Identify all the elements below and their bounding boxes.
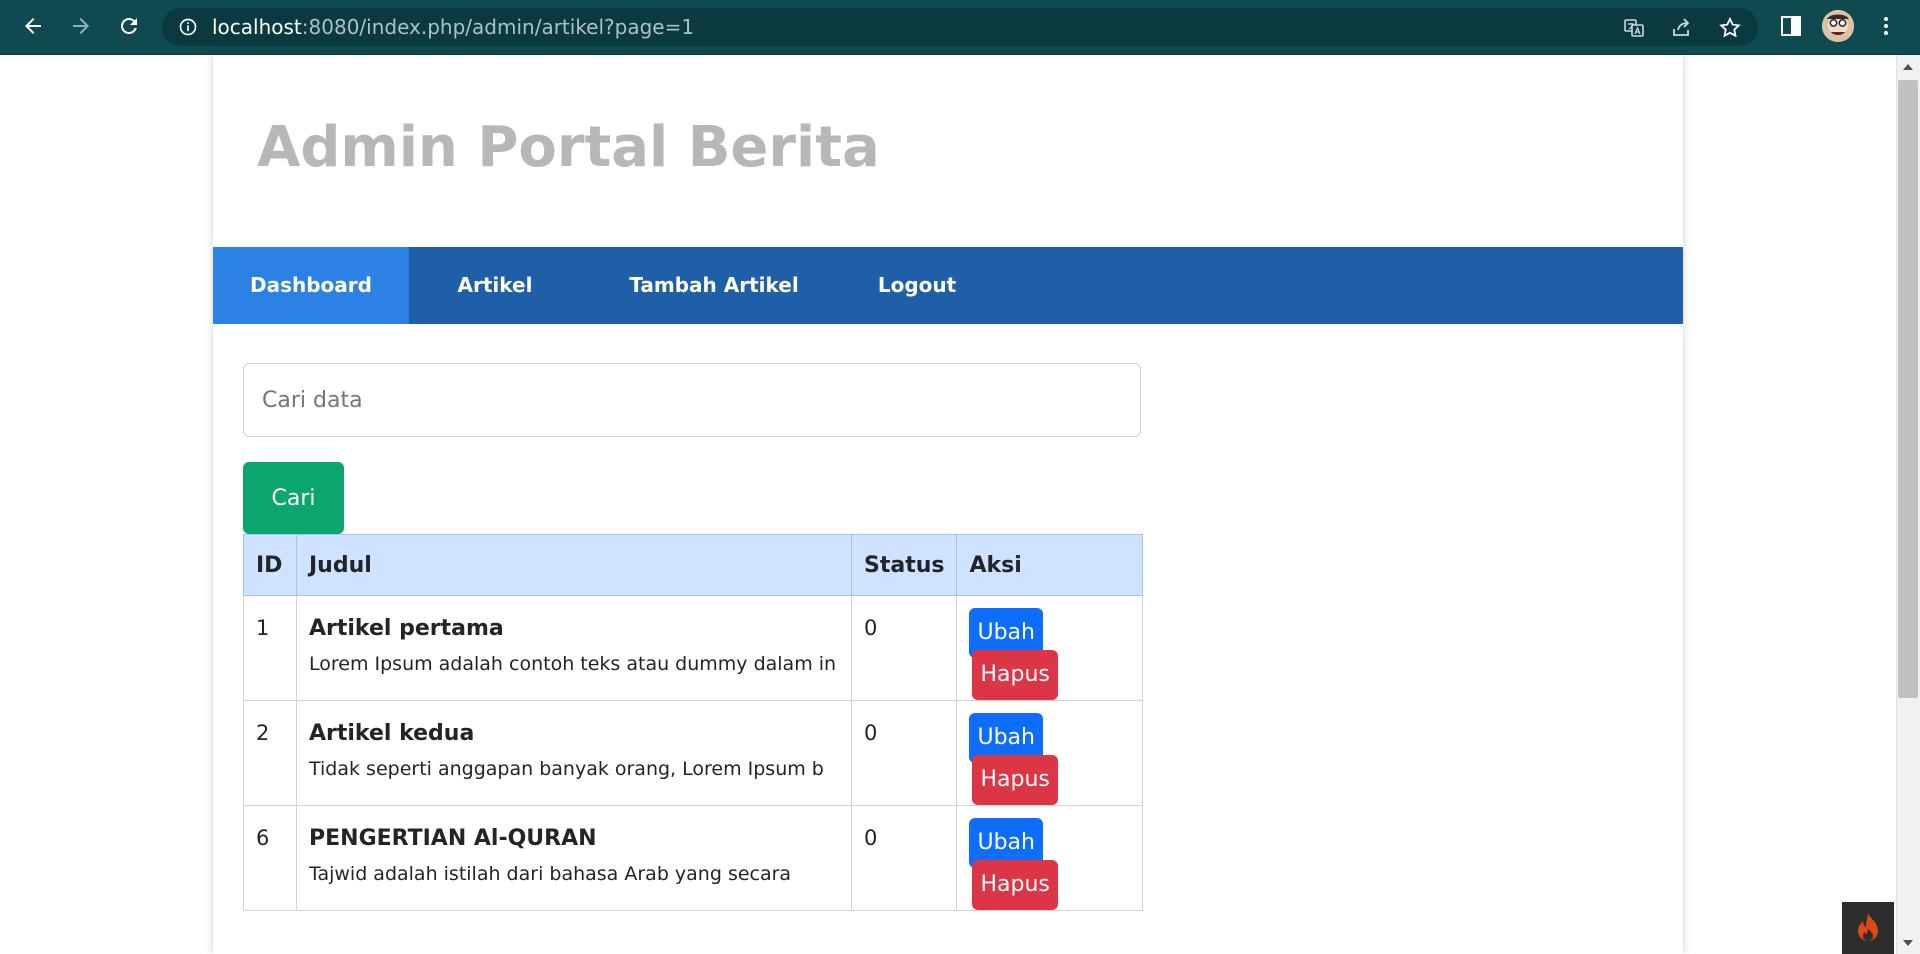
table-row: 2 Artikel kedua Tidak seperti anggapan b… [243, 700, 1143, 806]
scroll-up-button[interactable] [1896, 57, 1920, 75]
column-header-aksi: Aksi [956, 534, 1143, 596]
nav-dashboard[interactable]: Dashboard [213, 247, 409, 324]
delete-button[interactable]: Hapus [972, 755, 1058, 805]
star-icon[interactable] [1718, 16, 1742, 40]
address-bar[interactable]: localhost:8080/index.php/admin/artikel?p… [162, 8, 1758, 46]
cell-aksi: UbahHapus [956, 700, 1143, 806]
column-header-status: Status [850, 534, 958, 596]
arrow-left-icon [25, 18, 41, 34]
cell-status: 0 [850, 595, 958, 701]
cell-status: 0 [850, 700, 958, 806]
caret-up-icon [1903, 63, 1913, 70]
flame-icon [1858, 913, 1878, 941]
cell-aksi: UbahHapus [956, 805, 1143, 911]
reload-icon [120, 17, 137, 34]
article-title: Artikel pertama [309, 616, 504, 641]
table-row: 1 Artikel pertama Lorem Ipsum adalah con… [243, 595, 1143, 701]
profile-icon [1822, 10, 1854, 42]
article-excerpt: Tajwid adalah istilah dari bahasa Arab y… [309, 863, 792, 885]
info-icon[interactable] [178, 17, 198, 37]
nav-artikel[interactable]: Artikel [409, 247, 581, 324]
cell-judul: Artikel pertama Lorem Ipsum adalah conto… [296, 595, 852, 701]
main-nav: Dashboard Artikel Tambah Artikel Logout [213, 247, 1683, 324]
cell-judul: Artikel kedua Tidak seperti anggapan ban… [296, 700, 852, 806]
cell-status: 0 [850, 805, 958, 911]
article-excerpt: Lorem Ipsum adalah contoh teks atau dumm… [309, 653, 837, 675]
nav-tambah-artikel[interactable]: Tambah Artikel [611, 247, 817, 324]
caret-down-icon [1903, 939, 1913, 946]
article-title: Artikel kedua [309, 721, 475, 746]
search-input[interactable] [243, 363, 1141, 437]
arrow-right-icon [73, 18, 89, 34]
cell-id: 6 [243, 805, 297, 911]
cell-id: 1 [243, 595, 297, 701]
search-button[interactable]: Cari [243, 462, 344, 534]
delete-button[interactable]: Hapus [972, 860, 1058, 910]
page-title: Admin Portal Berita [257, 115, 880, 180]
article-excerpt: Tidak seperti anggapan banyak orang, Lor… [309, 758, 824, 780]
browser-toolbar: localhost:8080/index.php/admin/artikel?p… [0, 0, 1920, 55]
column-header-judul: Judul [296, 534, 852, 596]
debug-toolbar-button[interactable] [1842, 902, 1894, 954]
cell-id: 2 [243, 700, 297, 806]
url-text[interactable]: localhost:8080/index.php/admin/artikel?p… [212, 8, 694, 46]
scroll-down-button[interactable] [1896, 934, 1920, 952]
nav-logout[interactable]: Logout [843, 247, 991, 324]
avatar[interactable] [1822, 10, 1854, 42]
scrollbar-thumb[interactable] [1898, 80, 1918, 698]
forward-button[interactable] [64, 9, 98, 43]
table-header-row: ID Judul Status Aksi [243, 534, 1143, 596]
reload-button[interactable] [112, 9, 146, 43]
delete-button[interactable]: Hapus [972, 650, 1058, 700]
cell-aksi: UbahHapus [956, 595, 1143, 701]
back-button[interactable] [16, 9, 50, 43]
more-vertical-icon[interactable] [1874, 14, 1898, 38]
column-header-id: ID [243, 534, 297, 596]
table-row: 6 PENGERTIAN Al-QURAN Tajwid adalah isti… [243, 805, 1143, 911]
article-title: PENGERTIAN Al-QURAN [309, 826, 597, 851]
share-icon[interactable] [1670, 16, 1694, 40]
cell-judul: PENGERTIAN Al-QURAN Tajwid adalah istila… [296, 805, 852, 911]
translate-icon[interactable] [1622, 16, 1646, 40]
article-table: ID Judul Status Aksi 1 Artikel pertama L… [243, 534, 1143, 911]
side-panel-icon[interactable] [1779, 14, 1803, 38]
